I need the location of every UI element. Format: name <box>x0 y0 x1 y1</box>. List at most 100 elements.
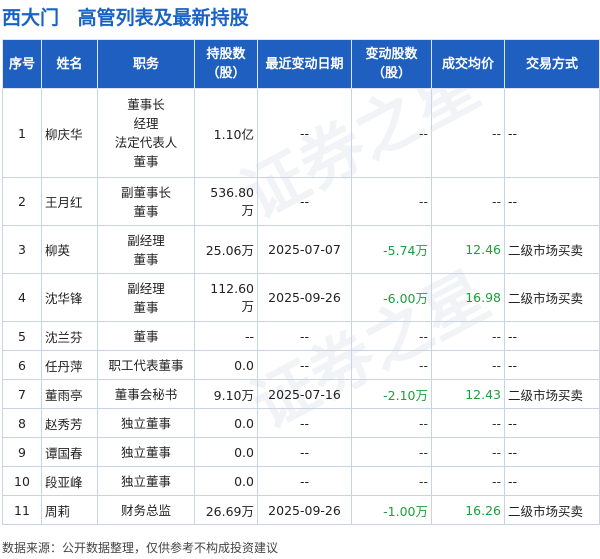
cell-idx: 1 <box>2 88 42 178</box>
cell-position: 董事长 经理 法定代表人 董事 <box>97 88 195 178</box>
cell-name: 王月红 <box>41 177 98 226</box>
position-line: 独立董事 <box>120 415 171 431</box>
cell-date: -- <box>257 408 352 438</box>
cell-date: -- <box>257 350 352 380</box>
position-line: 财务总监 <box>120 502 171 518</box>
cell-name: 段亚峰 <box>41 466 98 496</box>
position-line: 副经理 <box>127 280 165 296</box>
cell-name: 柳庆华 <box>41 88 98 178</box>
cell-idx: 2 <box>2 177 42 226</box>
cell-position: 副经理 董事 <box>97 225 195 274</box>
position-line: 经理 <box>133 116 159 131</box>
cell-idx: 3 <box>2 225 42 274</box>
table-row[interactable]: 3 柳英 副经理 董事 25.06万 2025-07-07 -5.74万 12.46 二级市场买… <box>2 225 600 274</box>
table-row[interactable]: 7 董雨亭 董事会秘书 9.10万 2025-07-16 -2.10万 12.43 二级市场买… <box>2 379 600 409</box>
table-row[interactable]: 5 沈兰芬 董事 -- -- -- -- -- <box>2 321 600 351</box>
header-date[interactable]: 最近变动日期 <box>257 39 352 89</box>
cell-date: -- <box>257 88 352 178</box>
header-holding-line2: （股） <box>206 66 246 81</box>
cell-change: -- <box>351 408 432 438</box>
cell-holding: 25.06万 <box>194 225 258 274</box>
cell-idx: 7 <box>2 379 42 409</box>
data-source-footer: 数据来源：公开数据整理，仅供参考不构成投资建议 <box>2 541 279 555</box>
header-holding[interactable]: 持股数 （股） <box>194 39 258 89</box>
position-line: 副董事长 <box>120 184 171 200</box>
cell-date: -- <box>257 466 352 496</box>
cell-method: 二级市场买卖 <box>504 495 600 525</box>
cell-change: -5.74万 <box>351 225 432 274</box>
cell-change: -- <box>351 88 432 178</box>
cell-price: 16.98 <box>431 273 505 322</box>
table-row[interactable]: 2 王月红 副董事长 董事 536.80万 -- -- -- -- <box>2 177 600 226</box>
header-holding-line1: 持股数 <box>206 47 246 62</box>
table-row[interactable]: 11 周莉 财务总监 26.69万 2025-09-26 -1.00万 16.26 二级市场买… <box>2 495 600 525</box>
cell-idx: 6 <box>2 350 42 380</box>
cell-method: 二级市场买卖 <box>504 273 600 322</box>
cell-position: 董事 <box>97 321 195 351</box>
cell-holding: 0.0 <box>194 408 258 438</box>
table-row[interactable]: 6 任丹萍 职工代表董事 0.0 -- -- -- -- <box>2 350 600 380</box>
cell-date: 2025-07-16 <box>257 379 352 409</box>
company-name: 西大门 <box>2 7 60 29</box>
cell-price: -- <box>431 350 505 380</box>
cell-name: 沈华锋 <box>41 273 98 322</box>
cell-method: -- <box>504 350 600 380</box>
table-row[interactable]: 10 段亚峰 独立董事 0.0 -- -- -- -- <box>2 466 600 496</box>
header-method[interactable]: 交易方式 <box>504 39 600 89</box>
cell-price: -- <box>431 88 505 178</box>
header-name[interactable]: 姓名 <box>41 39 98 89</box>
position-line: 董事 <box>133 203 159 219</box>
cell-holding: 0.0 <box>194 350 258 380</box>
cell-idx: 9 <box>2 437 42 467</box>
cell-change: -- <box>351 350 432 380</box>
cell-method: -- <box>504 408 600 438</box>
position-line: 董事 <box>133 154 159 169</box>
cell-change: -- <box>351 437 432 467</box>
cell-holding: 26.69万 <box>194 495 258 525</box>
cell-date: -- <box>257 177 352 226</box>
position-line: 独立董事 <box>120 444 171 460</box>
cell-position: 职工代表董事 <box>97 350 195 380</box>
cell-position: 独立董事 <box>97 437 195 467</box>
position-line: 董事会秘书 <box>114 386 178 402</box>
position-line: 法定代表人 <box>114 135 178 150</box>
cell-date: -- <box>257 321 352 351</box>
cell-price: -- <box>431 466 505 496</box>
cell-holding: 112.60万 <box>194 273 258 322</box>
executive-table: 序号 姓名 职务 持股数 （股） 最近变动日期 变动股数 （股） 成交均价 交易… <box>2 39 600 525</box>
cell-holding: 1.10亿 <box>194 88 258 178</box>
header-change[interactable]: 变动股数 （股） <box>351 39 432 89</box>
cell-change: -- <box>351 466 432 496</box>
cell-date: 2025-07-07 <box>257 225 352 274</box>
cell-price: -- <box>431 177 505 226</box>
position-line: 董事 <box>133 251 159 267</box>
header-change-line1: 变动股数 <box>365 47 418 62</box>
cell-holding: 0.0 <box>194 466 258 496</box>
table-row[interactable]: 4 沈华锋 副经理 董事 112.60万 2025-09-26 -6.00万 16.98 二级市… <box>2 273 600 322</box>
cell-method: 二级市场买卖 <box>504 225 600 274</box>
cell-name: 谭国春 <box>41 437 98 467</box>
cell-position: 董事会秘书 <box>97 379 195 409</box>
header-position[interactable]: 职务 <box>97 39 195 89</box>
cell-date: 2025-09-26 <box>257 495 352 525</box>
table-row[interactable]: 1 柳庆华 董事长 经理 法定代表人 董事 1.10亿 -- -- -- -- <box>2 88 600 178</box>
cell-position: 副董事长 董事 <box>97 177 195 226</box>
cell-name: 董雨亭 <box>41 379 98 409</box>
cell-name: 沈兰芬 <box>41 321 98 351</box>
cell-holding: 9.10万 <box>194 379 258 409</box>
cell-holding: 0.0 <box>194 437 258 467</box>
cell-change: -1.00万 <box>351 495 432 525</box>
cell-position: 财务总监 <box>97 495 195 525</box>
cell-name: 周莉 <box>41 495 98 525</box>
position-line: 职工代表董事 <box>108 357 184 373</box>
table-row[interactable]: 9 谭国春 独立董事 0.0 -- -- -- -- <box>2 437 600 467</box>
cell-holding: 536.80万 <box>194 177 258 226</box>
table-header-row: 序号 姓名 职务 持股数 （股） 最近变动日期 变动股数 （股） 成交均价 交易… <box>2 39 600 89</box>
header-price[interactable]: 成交均价 <box>431 39 505 89</box>
header-idx[interactable]: 序号 <box>2 39 42 89</box>
position-line: 独立董事 <box>120 473 171 489</box>
cell-price: -- <box>431 408 505 438</box>
page-title: 西大门 高管列表及最新持股 <box>2 3 249 29</box>
table-row[interactable]: 8 赵秀芳 独立董事 0.0 -- -- -- -- <box>2 408 600 438</box>
cell-idx: 8 <box>2 408 42 438</box>
